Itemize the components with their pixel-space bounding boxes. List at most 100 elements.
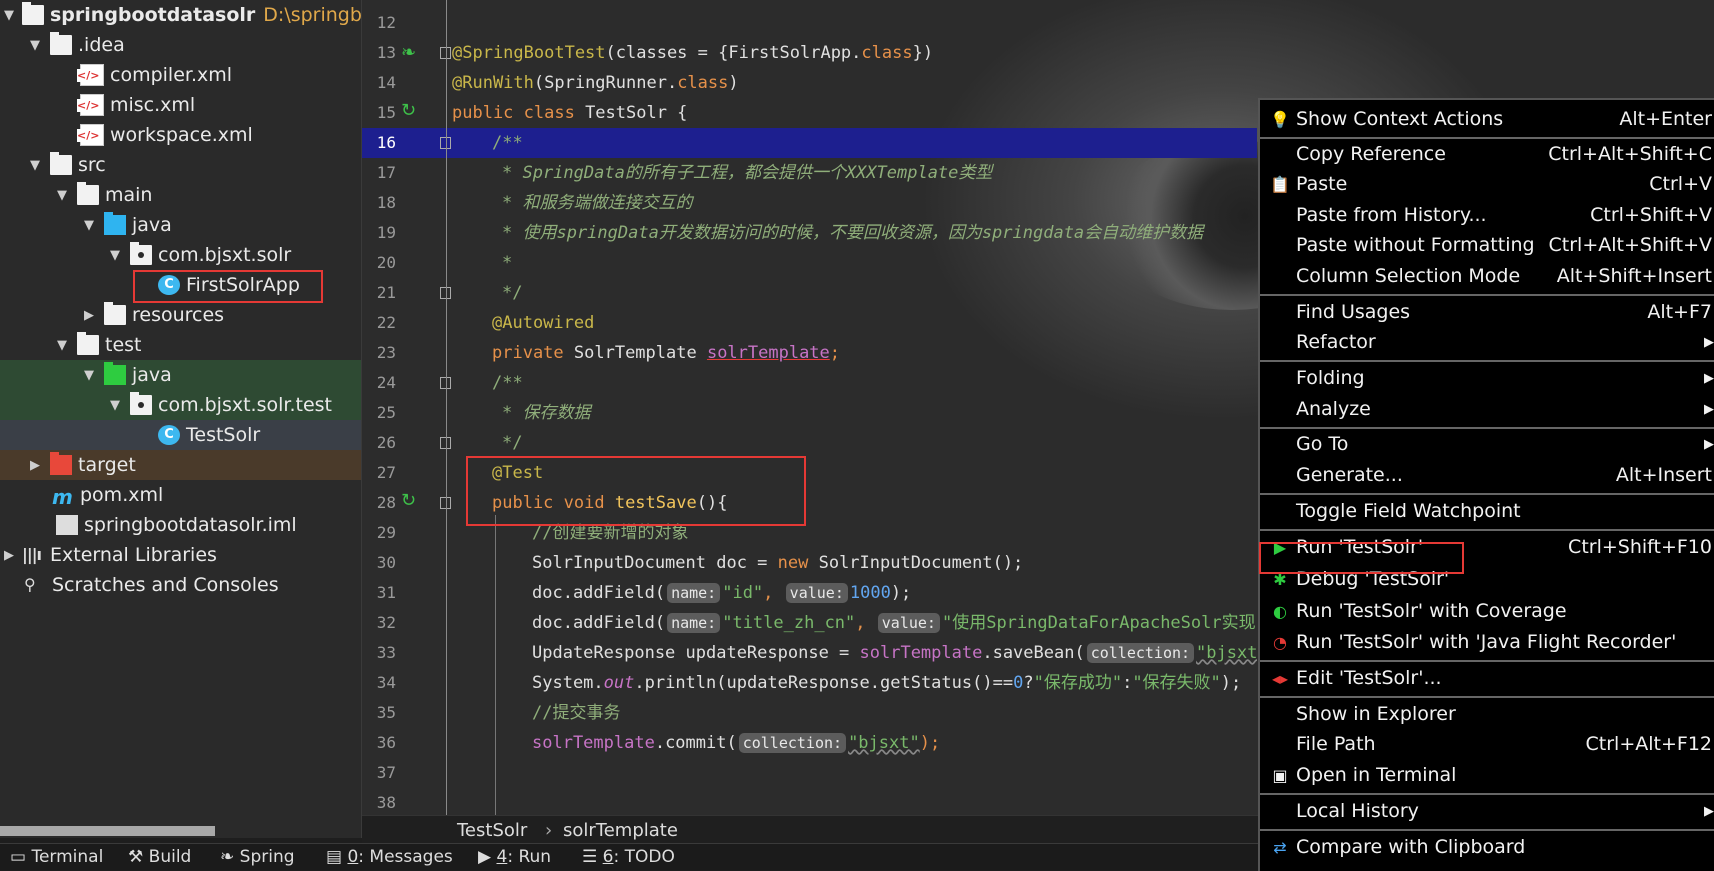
collapse-arrow-icon[interactable]: ▶	[28, 458, 42, 473]
tree-item-label: src	[78, 154, 106, 176]
expand-arrow-icon[interactable]: ▼	[28, 158, 42, 173]
tree-item-test[interactable]: ▼ test	[0, 330, 361, 360]
tree-horizontal-scrollbar[interactable]	[0, 826, 215, 836]
code-text: (SpringRunner.	[533, 73, 678, 93]
menu-item-label: Paste from History...	[1296, 204, 1487, 226]
menu-item-find-usages[interactable]: Find Usages Alt+F7	[1260, 297, 1714, 327]
messages-tab[interactable]: ▤ 0: Messages	[326, 847, 453, 867]
tree-item-project-root[interactable]: ▼ springbootdatasolr D:\springboot	[0, 0, 361, 30]
run-tab[interactable]: ▶ 4: Run	[478, 847, 551, 867]
menu-item-copy-reference[interactable]: Copy Reference Ctrl+Alt+Shift+C	[1260, 139, 1714, 169]
tree-item-iml[interactable]: springbootdatasolr.iml	[0, 510, 361, 540]
tree-item-test-java[interactable]: ▼ java	[0, 360, 361, 390]
tree-item-idea[interactable]: ▼ .idea	[0, 30, 361, 60]
tree-item-main[interactable]: ▼ main	[0, 180, 361, 210]
menu-item-run-with-coverage[interactable]: ◐ Run 'TestSolr' with Coverage	[1260, 596, 1714, 626]
tree-item-main-java[interactable]: ▼ java	[0, 210, 361, 240]
code-text: System.	[532, 673, 604, 693]
code-line-21: */	[502, 283, 523, 303]
menu-item-toggle-field-watchpoint[interactable]: Toggle Field Watchpoint	[1260, 496, 1714, 526]
menu-item-column-selection-mode[interactable]: Column Selection Mode Alt+Shift+Insert	[1260, 261, 1714, 291]
code-line-34: System.out.println(updateResponse.getSta…	[532, 668, 1257, 698]
tree-item-label: External Libraries	[50, 544, 217, 566]
menu-item-open-in-terminal[interactable]: ▣ Open in Terminal	[1260, 760, 1714, 790]
keyword: public class	[452, 103, 586, 123]
expand-arrow-icon[interactable]: ▼	[82, 368, 96, 383]
tree-item-package-solr[interactable]: ▼ com.bjsxt.solr	[0, 240, 361, 270]
maven-icon: m	[52, 485, 73, 509]
expand-arrow-icon[interactable]: ▼	[108, 248, 122, 263]
code-text: })	[912, 43, 934, 63]
tree-item-compiler-xml[interactable]: compiler.xml	[0, 60, 361, 90]
tree-item-package-solr-test[interactable]: ▼ com.bjsxt.solr.test	[0, 390, 361, 420]
tree-item-misc-xml[interactable]: misc.xml	[0, 90, 361, 120]
tab-label: : TODO	[613, 847, 675, 867]
tree-item-src[interactable]: ▼ src	[0, 150, 361, 180]
expand-arrow-icon[interactable]: ▼	[4, 8, 14, 23]
line-number: 33	[376, 643, 396, 662]
line-number: 22	[376, 313, 396, 332]
menu-item-compare-with-clipboard[interactable]: ⇄ Compare with Clipboard	[1260, 832, 1714, 862]
expand-arrow-icon[interactable]: ▼	[28, 38, 42, 53]
menu-item-paste[interactable]: 📋 Paste Ctrl+V	[1260, 169, 1714, 199]
menu-separator	[1260, 696, 1714, 698]
breadcrumb-field[interactable]: solrTemplate	[563, 820, 678, 841]
expand-arrow-icon[interactable]: ▼	[82, 218, 96, 233]
run-test-gutter-icon[interactable]: ↻	[401, 100, 416, 121]
line-number: 29	[376, 523, 396, 542]
menu-item-paste-from-history[interactable]: Paste from History... Ctrl+Shift+V	[1260, 200, 1714, 230]
line-number: 34	[376, 673, 396, 692]
tree-item-pom-xml[interactable]: m pom.xml	[0, 480, 361, 510]
todo-icon: ☰	[582, 847, 598, 867]
excluded-folder-icon	[50, 452, 72, 475]
project-tree: ▼ springbootdatasolr D:\springboot ▼ .id…	[0, 0, 362, 838]
breadcrumb-class[interactable]: TestSolr	[457, 820, 527, 841]
todo-tab[interactable]: ☰ 6: TODO	[582, 847, 675, 867]
menu-item-file-path[interactable]: File Path Ctrl+Alt+F12	[1260, 729, 1714, 759]
folder-icon	[22, 2, 44, 25]
parameter-hint: value:	[877, 613, 940, 633]
menu-item-analyze[interactable]: Analyze ▶	[1260, 394, 1714, 424]
tree-item-target[interactable]: ▶ target	[0, 450, 361, 480]
spring-bean-icon[interactable]: ❧	[401, 42, 416, 63]
build-tab[interactable]: ⚒ Build	[128, 847, 191, 867]
profiler-icon: ◔	[1273, 632, 1287, 652]
expand-arrow-icon[interactable]: ▼	[108, 398, 122, 413]
menu-item-show-context-actions[interactable]: 💡 Show Context Actions Alt+Enter	[1260, 104, 1714, 134]
menu-item-refactor[interactable]: Refactor ▶	[1260, 327, 1714, 357]
expand-arrow-icon[interactable]: ▼	[55, 188, 69, 203]
tree-item-resources[interactable]: ▶ resources	[0, 300, 361, 330]
edit-config-icon: ◂▸	[1271, 668, 1289, 688]
tree-item-workspace-xml[interactable]: workspace.xml	[0, 120, 361, 150]
code-text: );	[919, 733, 941, 753]
menu-item-paste-without-formatting[interactable]: Paste without Formatting Ctrl+Alt+Shift+V	[1260, 230, 1714, 260]
line-number: 14	[376, 73, 396, 92]
tree-item-external-libraries[interactable]: ▶ |||ı External Libraries	[0, 540, 361, 570]
menu-item-show-in-explorer[interactable]: Show in Explorer	[1260, 699, 1714, 729]
collapse-arrow-icon[interactable]: ▶	[2, 548, 16, 563]
menu-item-label: File Path	[1296, 733, 1376, 755]
field-name: solrTemplate	[859, 643, 983, 663]
run-test-gutter-icon[interactable]: ↻	[401, 490, 416, 511]
code-text: ;	[829, 343, 841, 363]
menu-item-run-with-flight-recorder[interactable]: ◔ Run 'TestSolr' with 'Java Flight Record…	[1260, 627, 1714, 657]
menu-item-generate[interactable]: Generate... Alt+Insert	[1260, 460, 1714, 490]
highlight-box-firstsolrapp	[133, 270, 323, 303]
line-number: 37	[376, 763, 396, 782]
tree-item-testsolr[interactable]: C TestSolr	[0, 420, 361, 450]
tree-item-scratches[interactable]: ⚲ Scratches and Consoles	[0, 570, 361, 600]
menu-item-folding[interactable]: Folding ▶	[1260, 363, 1714, 393]
menu-item-go-to[interactable]: Go To ▶	[1260, 429, 1714, 459]
menu-item-edit-testsolr[interactable]: ◂▸ Edit 'TestSolr'...	[1260, 663, 1714, 693]
menu-separator	[1260, 793, 1714, 795]
collapse-arrow-icon[interactable]: ▶	[82, 308, 96, 323]
terminal-icon: ▭	[10, 847, 27, 867]
menu-item-label: Paste	[1296, 173, 1348, 195]
expand-arrow-icon[interactable]: ▼	[55, 338, 69, 353]
menu-item-local-history[interactable]: Local History ▶	[1260, 796, 1714, 826]
code-text: )	[728, 73, 739, 93]
spring-tab[interactable]: ❧ Spring	[220, 847, 295, 867]
keyword: class	[677, 73, 729, 93]
terminal-tab[interactable]: ▭ Terminal	[10, 847, 103, 867]
source-folder-icon	[104, 212, 126, 235]
